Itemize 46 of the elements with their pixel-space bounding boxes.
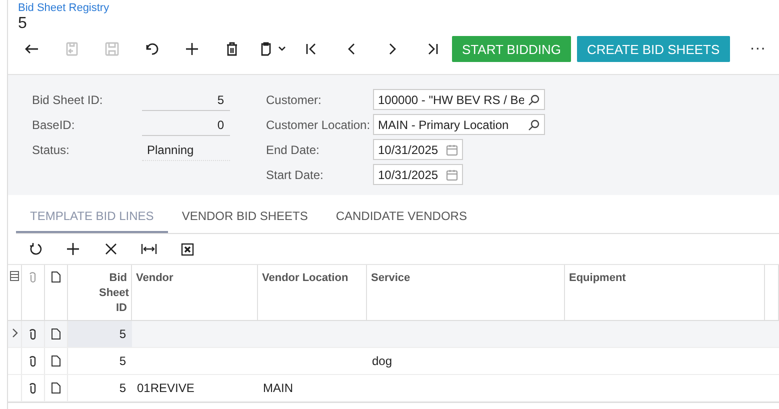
search-icon — [528, 118, 540, 130]
table-row[interactable]: 5 — [8, 321, 779, 348]
field-label: BaseID: — [32, 118, 76, 132]
paperclip-icon[interactable] — [29, 355, 37, 367]
field-label: End Date: — [266, 142, 320, 156]
paperclip-icon[interactable] — [29, 328, 37, 340]
note-icon[interactable] — [51, 355, 61, 367]
current-row-icon — [12, 328, 18, 338]
field-label: Status: — [32, 142, 70, 156]
field-label: Bid Sheet ID: — [32, 92, 104, 106]
field-label: Customer Location: — [266, 118, 372, 132]
column-header[interactable]: Vendor — [132, 265, 258, 320]
paperclip-icon — [29, 271, 37, 283]
column-header[interactable]: Bid Sheet ID — [68, 265, 132, 320]
lookup-field[interactable]: MAIN - Primary Location — [373, 114, 545, 135]
date-field[interactable]: 10/31/2025 — [373, 139, 463, 160]
table-cell: dog — [372, 354, 392, 368]
note-icon[interactable] — [51, 382, 61, 394]
record-title: 5 — [18, 15, 28, 33]
column-header[interactable]: Vendor Location — [258, 265, 367, 320]
row-selector-icon — [10, 271, 19, 281]
date-field[interactable]: 10/31/2025 — [373, 164, 463, 185]
breadcrumb-link[interactable]: Bid Sheet Registry — [18, 2, 110, 15]
field-label: Customer: — [266, 92, 322, 106]
note-icon — [51, 271, 61, 283]
column-header[interactable]: Service — [367, 265, 565, 320]
field-value: 5 — [142, 88, 230, 110]
paperclip-icon[interactable] — [29, 382, 37, 394]
field-label: Start Date: — [266, 168, 324, 182]
column-header[interactable]: Equipment — [565, 265, 765, 320]
calendar-icon — [446, 144, 458, 156]
search-icon — [528, 94, 540, 106]
tab[interactable]: VENDOR BID SHEETS — [168, 201, 322, 233]
field-value: 0 — [142, 114, 230, 136]
tab[interactable]: CANDIDATE VENDORS — [322, 201, 481, 233]
table-cell: MAIN — [263, 381, 293, 395]
table-cell: 5 — [119, 381, 126, 395]
calendar-icon — [446, 168, 458, 180]
table-cell: 01REVIVE — [137, 381, 194, 395]
table-cell: 5 — [119, 354, 126, 368]
table-cell: 5 — [119, 327, 126, 341]
table-row[interactable]: 5 01REVIVE MAIN — [8, 375, 779, 402]
table-row[interactable]: 5 dog — [8, 348, 779, 375]
more-button[interactable]: ··· — [744, 39, 772, 59]
note-icon[interactable] — [51, 328, 61, 340]
field-value: Planning — [142, 138, 230, 160]
